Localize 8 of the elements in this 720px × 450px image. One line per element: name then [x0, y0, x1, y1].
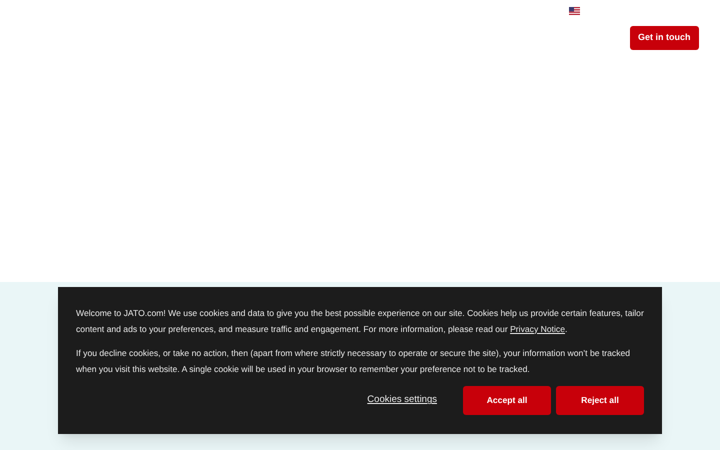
- privacy-notice-link[interactable]: Privacy Notice: [510, 324, 565, 334]
- consent-button[interactable]: Reject all: [556, 386, 644, 415]
- cookie-notice-text: If you decline cookies, or take no action, then (apart from where strictly necessary to operate or secure the site), your information won’t be tracked when you visit this website. A single cookie will be used in your browser to remember your preference not to be tracked.: [76, 347, 632, 376]
- get-in-touch-button[interactable]: Get in touch: [630, 26, 698, 50]
- consent-button[interactable]: Accept all: [463, 386, 551, 415]
- flag-icon[interactable]: [569, 7, 580, 15]
- cookie-notice-text: Welcome to JATO.com! We use cookies and data to give you the best possible experience on our site. Cookies help us provide certain features, tailor content and ads to your preferences, and measure traffic and engagement. For more information, please read our Privacy Notice.: [76, 307, 644, 336]
- cookies-settings-link[interactable]: Cookies settings: [367, 393, 437, 408]
